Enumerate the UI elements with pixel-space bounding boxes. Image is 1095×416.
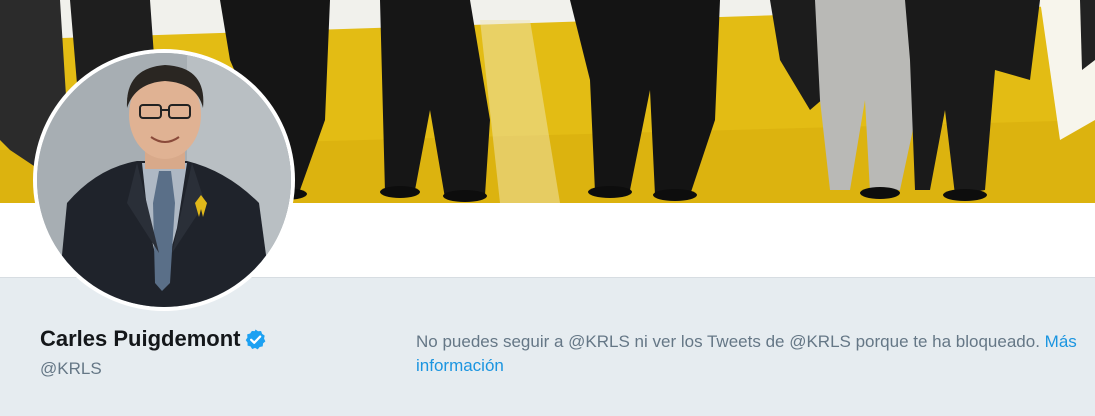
blocked-notice: No puedes seguir a @KRLS ni ver los Twee…: [416, 330, 1086, 378]
verified-badge-icon: [244, 328, 267, 351]
profile-name[interactable]: Carles Puigdemont: [40, 326, 240, 352]
profile-name-row: Carles Puigdemont: [40, 326, 267, 352]
blocked-notice-text: No puedes seguir a @KRLS ni ver los Twee…: [416, 332, 1040, 351]
profile-handle[interactable]: @KRLS: [40, 359, 102, 379]
avatar[interactable]: [37, 53, 291, 307]
avatar-photo: [37, 53, 291, 307]
avatar-frame[interactable]: [33, 49, 295, 311]
